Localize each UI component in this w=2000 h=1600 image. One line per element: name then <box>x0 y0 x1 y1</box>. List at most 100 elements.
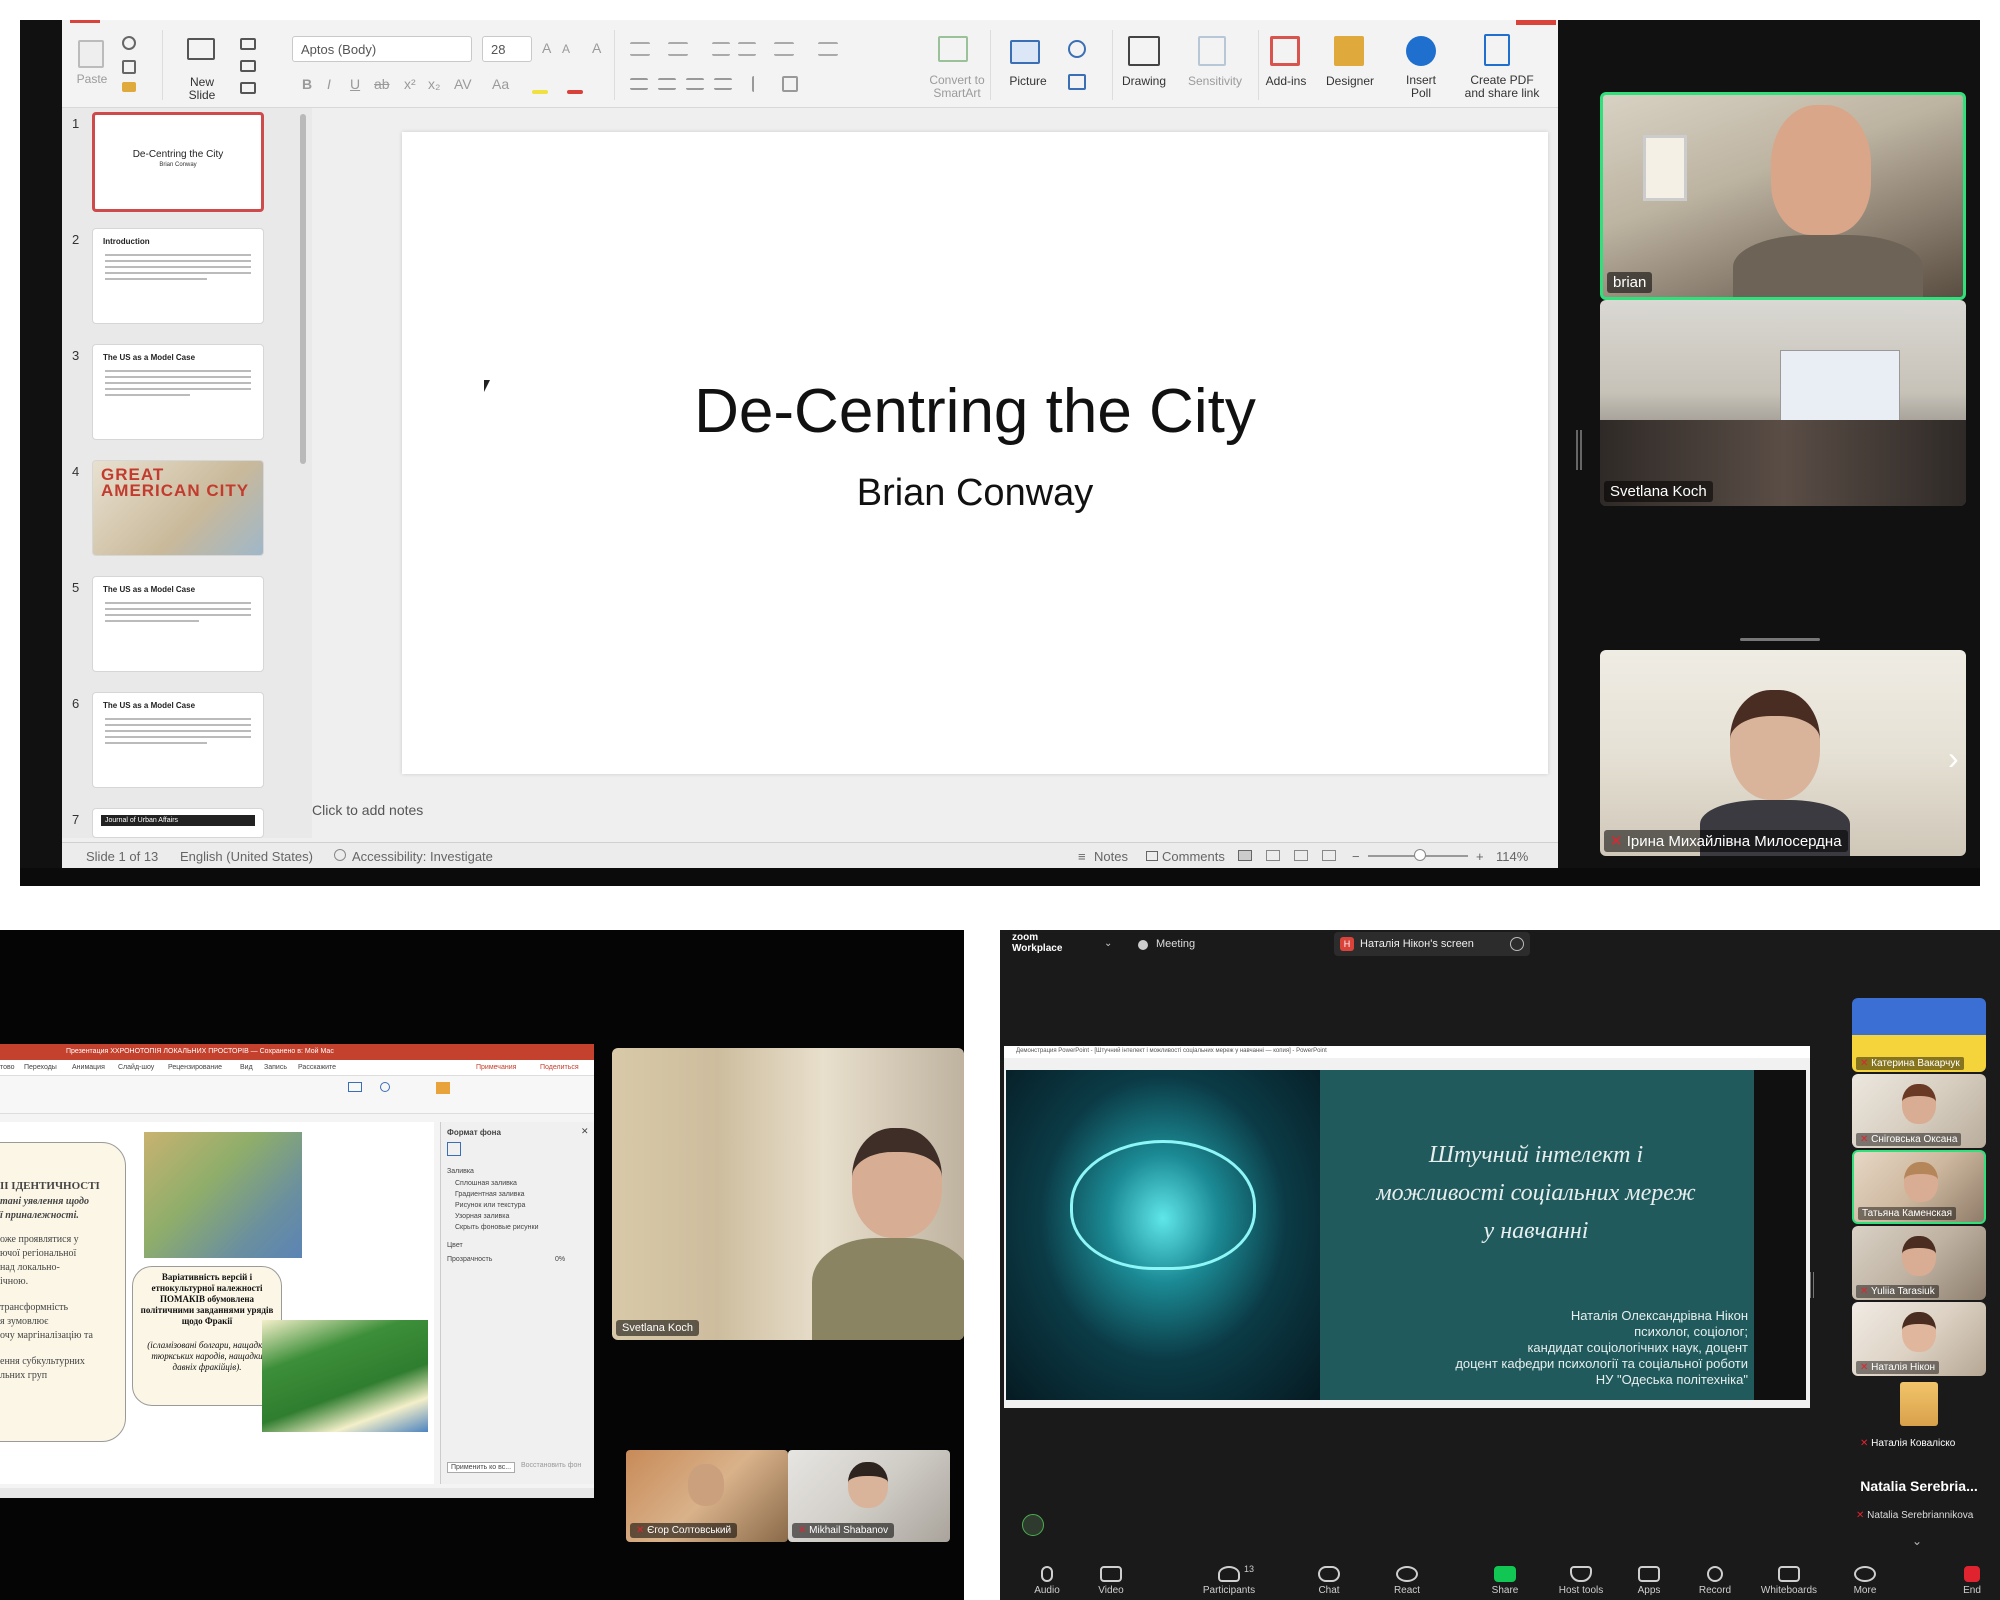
panel-splitter[interactable] <box>1810 1272 1814 1298</box>
menu-item[interactable]: тово <box>0 1064 15 1071</box>
copy-icon[interactable] <box>122 60 136 74</box>
font-size-select[interactable]: 28 <box>482 36 532 62</box>
share-button[interactable]: Поделиться <box>540 1064 579 1071</box>
thumbnail-slide-1[interactable]: De-Centring the City Brian Conway <box>92 112 264 212</box>
thumbnail-slide-7[interactable]: Journal of Urban Affairs <box>92 808 264 838</box>
slide-sorter-icon[interactable] <box>1266 850 1280 861</box>
section-icon[interactable] <box>240 82 256 94</box>
addins-icon[interactable] <box>1270 36 1300 66</box>
paste-icon[interactable] <box>78 40 104 68</box>
line-spacing-icon[interactable] <box>774 42 794 56</box>
designer-icon[interactable] <box>1334 36 1364 66</box>
apps-button[interactable]: Apps <box>1614 1566 1684 1596</box>
participant-video-svetlana-koch[interactable]: Svetlana Koch <box>612 1048 964 1340</box>
chevron-down-icon[interactable]: ⌄ <box>1104 938 1112 949</box>
font-color-icon[interactable] <box>567 90 583 94</box>
zoom-level[interactable]: 114% <box>1496 849 1528 864</box>
paste-label[interactable]: Paste <box>72 72 112 86</box>
change-case-icon[interactable]: Aa <box>492 76 509 92</box>
slide-title[interactable]: De-Centring the City <box>402 376 1548 447</box>
slide-canvas[interactable]: ІІ ІДЕНТИЧНОСТІ тані уявлення щодо ї при… <box>0 1122 434 1484</box>
zoom-slider-thumb[interactable] <box>1414 849 1426 861</box>
gallery-down-chevron-icon[interactable]: ⌄ <box>1912 1534 1922 1548</box>
annotate-pencil-icon[interactable] <box>1022 1514 1044 1536</box>
menu-item[interactable]: Рецензирование <box>168 1064 222 1071</box>
zoom-out-icon[interactable]: − <box>1352 849 1360 864</box>
increase-indent-icon[interactable] <box>738 42 756 56</box>
columns-icon[interactable] <box>818 42 838 56</box>
thumbnail-slide-2[interactable]: Introduction <box>92 228 264 324</box>
poll-icon[interactable] <box>1406 36 1436 66</box>
picture-icon[interactable] <box>348 1082 362 1092</box>
participant-video-brian[interactable]: brian <box>1600 92 1966 300</box>
fill-option-gradient[interactable]: Градиентная заливка <box>455 1191 525 1198</box>
end-button[interactable]: End <box>1946 1566 1998 1596</box>
panel-splitter[interactable] <box>1576 430 1582 470</box>
menu-item[interactable]: Вид <box>240 1064 253 1071</box>
chat-button[interactable]: Chat <box>1294 1566 1364 1596</box>
accessibility-icon[interactable] <box>334 849 346 861</box>
create-pdf-label[interactable]: Create PDF and share link <box>1460 74 1544 100</box>
audio-button[interactable]: Audio <box>1012 1566 1082 1596</box>
bold-icon[interactable]: B <box>302 76 312 92</box>
smartart-icon[interactable] <box>938 36 968 62</box>
highlight-icon[interactable] <box>532 90 548 94</box>
whiteboards-button[interactable]: Whiteboards <box>1754 1566 1824 1596</box>
insert-poll-label[interactable]: Insert Poll <box>1396 74 1446 100</box>
participant-video-yuliia[interactable]: ✕ Yuliia Tarasiuk <box>1852 1226 1986 1300</box>
participant-video-kateryna[interactable]: ✕ Катерина Вакарчук <box>1852 998 1986 1072</box>
text-direction-icon[interactable] <box>752 76 768 92</box>
menu-item[interactable]: Слайд-шоу <box>118 1064 154 1071</box>
react-button[interactable]: React <box>1372 1566 1442 1596</box>
addins-label[interactable]: Add-ins <box>1258 74 1314 88</box>
superscript-icon[interactable]: x² <box>404 76 416 92</box>
close-icon[interactable]: ✕ <box>581 1126 589 1137</box>
thumbnail-scrollbar[interactable] <box>300 114 306 464</box>
grow-font-icon[interactable]: A <box>542 40 551 56</box>
notes-button[interactable]: Notes <box>1094 849 1128 864</box>
menu-item[interactable]: Переходы <box>24 1064 57 1071</box>
zoom-in-icon[interactable]: + <box>1476 849 1484 864</box>
participant-video-natalia-kovalisko[interactable]: ✕ Наталія Коваліско <box>1852 1378 1986 1452</box>
participant-video-iryna[interactable]: ✕ Ірина Михайлівна Милосердна <box>1600 650 1966 856</box>
participant-video-snihovska[interactable]: ✕ Сніговська Оксана <box>1852 1074 1986 1148</box>
arrange-icon[interactable] <box>436 1082 450 1094</box>
menu-item[interactable]: Расскажите <box>298 1064 336 1071</box>
menu-item[interactable]: Запись <box>264 1064 287 1071</box>
align-right-icon[interactable] <box>686 78 704 90</box>
slide-canvas[interactable]: De-Centring the City Brian Conway <box>402 132 1548 774</box>
textbox-icon[interactable] <box>1068 74 1086 90</box>
comments-button[interactable]: Comments <box>1162 849 1225 864</box>
normal-view-icon[interactable] <box>1238 850 1252 861</box>
shrink-font-icon[interactable]: A <box>562 42 570 56</box>
slide-subtitle[interactable]: Brian Conway <box>402 472 1548 515</box>
share-banner[interactable]: H Наталія Нікон's screen <box>1334 932 1530 956</box>
create-pdf-icon[interactable] <box>1484 34 1510 66</box>
meeting-label[interactable]: Meeting <box>1156 938 1195 950</box>
thumbnail-slide-3[interactable]: The US as a Model Case <box>92 344 264 440</box>
thumbnail-slide-4[interactable]: GREAT AMERICAN CITY <box>92 460 264 556</box>
slideshow-icon[interactable] <box>1322 850 1336 861</box>
font-name-select[interactable]: Aptos (Body) <box>292 36 472 62</box>
underline-icon[interactable]: U <box>350 76 360 92</box>
language[interactable]: English (United States) <box>180 849 313 864</box>
fill-option-solid[interactable]: Сплошная заливка <box>455 1180 517 1187</box>
fill-option-picture[interactable]: Рисунок или текстура <box>455 1202 525 1209</box>
thumbnail-slide-5[interactable]: The US as a Model Case <box>92 576 264 672</box>
justify-icon[interactable] <box>714 78 732 90</box>
fill-section[interactable]: Заливка <box>447 1168 474 1175</box>
strikethrough-icon[interactable]: ab <box>374 76 390 92</box>
fill-option-pattern[interactable]: Узорная заливка <box>455 1213 509 1220</box>
reading-view-icon[interactable] <box>1294 850 1308 861</box>
decrease-indent-icon[interactable] <box>712 42 730 56</box>
participant-big-name[interactable]: Natalia Serebria... <box>1852 1478 1986 1494</box>
bullets-icon[interactable] <box>630 42 650 56</box>
more-options-icon[interactable] <box>1510 937 1524 951</box>
drawing-label[interactable]: Drawing <box>1114 74 1174 88</box>
transparency-value[interactable]: 0% <box>555 1256 565 1263</box>
align-center-icon[interactable] <box>658 78 676 90</box>
next-page-chevron-icon[interactable]: › <box>1948 740 1959 777</box>
sensitivity-label[interactable]: Sensitivity <box>1180 74 1250 88</box>
italic-icon[interactable]: I <box>327 76 331 92</box>
notes-placeholder[interactable]: Click to add notes <box>312 802 423 818</box>
